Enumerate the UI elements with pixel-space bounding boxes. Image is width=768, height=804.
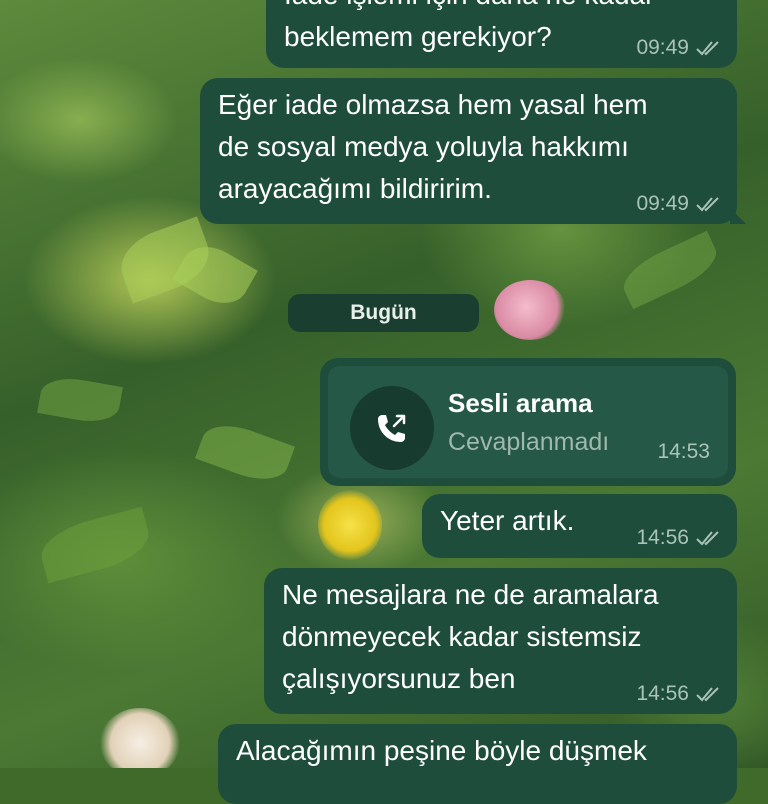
read-ticks-icon xyxy=(695,530,721,546)
yellow-flower xyxy=(318,490,382,560)
call-status: Cevaplanmadı xyxy=(448,428,610,456)
message-time: 14:56 xyxy=(636,682,689,705)
day-separator: Bugün xyxy=(288,294,479,332)
read-ticks-icon xyxy=(695,196,721,212)
message-time: 14:56 xyxy=(636,526,689,549)
read-ticks-icon xyxy=(695,40,721,56)
message-bubble[interactable]: Alacağımın peşine böyle düşmek xyxy=(218,724,737,804)
message-time: 09:49 xyxy=(636,36,689,59)
message-time: 09:49 xyxy=(636,192,689,215)
message-meta: 14:56 xyxy=(636,526,721,550)
message-bubble[interactable]: İade işlemi için daha ne kadar beklemem … xyxy=(266,0,737,68)
message-meta: 09:49 xyxy=(636,36,721,60)
call-title: Sesli arama xyxy=(448,388,593,418)
message-bubble[interactable]: Ne mesajlara ne de aramalara dönmeyecek … xyxy=(264,568,737,714)
call-log-card[interactable]: Sesli arama Cevaplanmadı 14:53 xyxy=(328,366,728,478)
message-meta: 14:56 xyxy=(636,682,721,706)
outgoing-call-icon xyxy=(350,386,434,470)
read-ticks-icon xyxy=(695,686,721,702)
bubble-tail xyxy=(730,208,746,224)
white-flower xyxy=(100,708,180,768)
call-log-bubble[interactable]: Sesli arama Cevaplanmadı 14:53 xyxy=(320,358,736,486)
message-meta: 09:49 xyxy=(636,192,721,216)
pink-flower xyxy=(494,280,566,340)
message-text: Alacağımın peşine böyle düşmek xyxy=(236,735,647,766)
call-time: 14:53 xyxy=(657,440,710,463)
message-bubble[interactable]: Eğer iade olmazsa hem yasal hem de sosya… xyxy=(200,78,746,224)
message-bubble[interactable]: Yeter artık. 14:56 xyxy=(422,494,737,558)
